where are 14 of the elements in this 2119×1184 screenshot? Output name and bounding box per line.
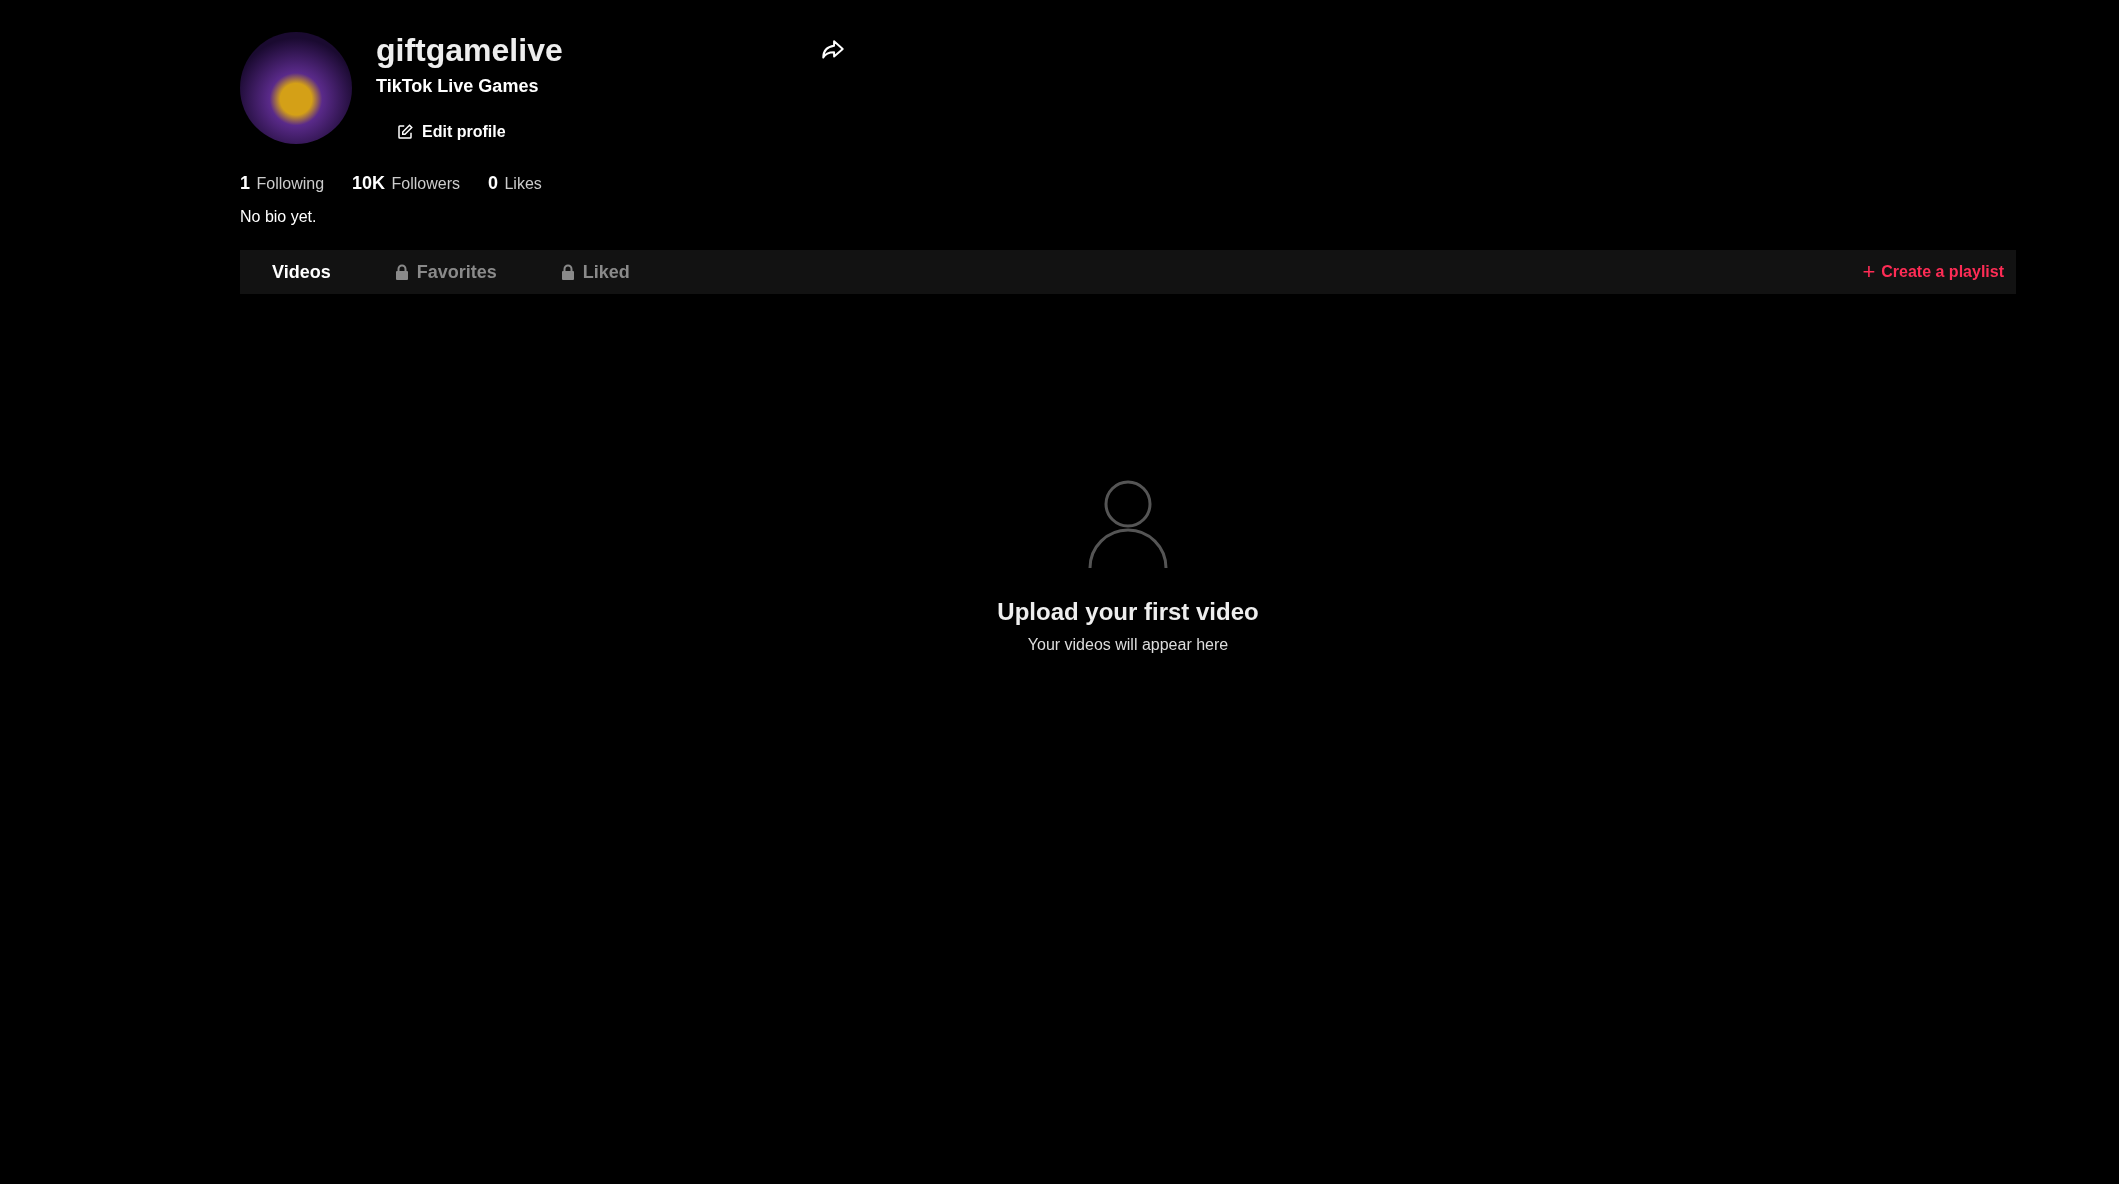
edit-icon bbox=[396, 123, 414, 141]
bio-text: No bio yet. bbox=[240, 208, 318, 226]
display-name: TikTok Live Games bbox=[376, 76, 540, 97]
empty-state-subtitle: Your videos will appear here bbox=[1027, 636, 1229, 654]
profile-tab[interactable]: Videos bbox=[272, 251, 331, 293]
empty-state-title: Upload your first video bbox=[997, 598, 1259, 626]
username: giftgamelive bbox=[376, 32, 563, 68]
profile-tab[interactable]: Favorites bbox=[394, 251, 497, 293]
person-icon bbox=[1088, 480, 1168, 570]
profile-stat: 1 Following bbox=[240, 173, 325, 194]
profile-stat: 10K Followers bbox=[352, 173, 460, 194]
create-playlist-link[interactable]: + Create a playlist bbox=[1862, 259, 2004, 285]
profile-tab[interactable]: Liked bbox=[560, 251, 630, 293]
profile-stat: 0 Likes bbox=[488, 173, 542, 194]
